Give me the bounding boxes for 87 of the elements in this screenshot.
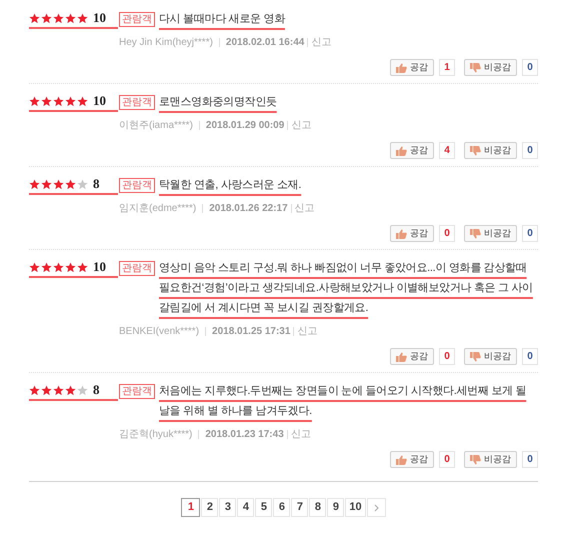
- viewer-badge: 관람객: [119, 95, 155, 110]
- dislike-count: 0: [522, 225, 538, 242]
- page-link[interactable]: 1: [181, 498, 200, 517]
- dislike-count: 0: [522, 142, 538, 159]
- page-link[interactable]: 5: [255, 498, 272, 517]
- star-icon: [41, 12, 52, 24]
- star-icon: [77, 96, 88, 106]
- thumbs-up-icon: [396, 228, 407, 238]
- page-link[interactable]: 6: [273, 498, 290, 517]
- star-icon: [65, 96, 76, 106]
- review-text: 처음에는 지루했다.두번째는 장면들이 눈에 들어오기 시작했다.세번째 보게 될 날을 위해 별 하나를 남겨두겠다.: [159, 384, 528, 419]
- thumbs-up-icon: [396, 352, 407, 362]
- page-link[interactable]: 3: [219, 498, 236, 517]
- like-count: 4: [439, 142, 455, 159]
- like-count: 0: [439, 348, 455, 365]
- post-date: 2018.01.25 17:31: [212, 325, 290, 339]
- thumbs-up-icon: [396, 146, 407, 156]
- next-page-button[interactable]: [366, 498, 386, 517]
- viewer-badge: 관람객: [119, 12, 155, 27]
- page-link[interactable]: 2: [201, 498, 218, 517]
- viewer-badge: 관람객: [119, 384, 155, 399]
- post-date: 2018.01.26 22:17: [209, 202, 288, 216]
- score: 8: [93, 381, 100, 400]
- score: 10: [93, 9, 106, 28]
- post-date: 2018.02.01 16:44: [226, 36, 304, 50]
- dislike-button[interactable]: 비공감: [464, 348, 517, 365]
- dislike-button[interactable]: 비공감: [464, 225, 517, 242]
- dislike-count: 0: [522, 451, 538, 468]
- like-button[interactable]: 공감: [390, 348, 434, 365]
- star-icon: [77, 178, 88, 190]
- star-icon: [41, 384, 52, 396]
- star-icon: [29, 12, 40, 24]
- star-icon: [41, 262, 52, 272]
- star-icon: [53, 178, 64, 190]
- dislike-button[interactable]: 비공감: [464, 451, 517, 468]
- like-count: 1: [439, 59, 455, 76]
- like-button[interactable]: 공감: [390, 225, 434, 242]
- like-count: 0: [439, 225, 455, 242]
- dislike-button[interactable]: 비공감: [464, 142, 517, 159]
- thumbs-down-icon: [470, 62, 481, 72]
- star-icon: [41, 178, 52, 190]
- score: 10: [93, 258, 106, 276]
- like-button[interactable]: 공감: [390, 451, 434, 468]
- viewer-badge: 관람객: [119, 261, 155, 276]
- dislike-button[interactable]: 비공감: [464, 59, 517, 76]
- thumbs-up-icon: [396, 454, 407, 464]
- dislike-count: 0: [522, 59, 538, 76]
- page-link[interactable]: 9: [327, 498, 344, 517]
- page-link[interactable]: 7: [291, 498, 308, 517]
- thumbs-down-icon: [470, 228, 481, 238]
- star-icon: [29, 262, 40, 272]
- thumbs-down-icon: [470, 352, 481, 362]
- star-icon: [53, 262, 64, 272]
- star-icon: [41, 96, 52, 106]
- star-icon: [77, 262, 88, 272]
- chevron-right-icon: [374, 504, 379, 512]
- star-icon: [53, 384, 64, 396]
- dislike-count: 0: [522, 348, 538, 365]
- review-text: 영상미 음악 스토리 구성.뭐 하나 빠짐없이 너무 좋았어요...이 영화를 감상할때 필요한건‘경험’이라고 생각되네요.사랑해보았거나 이별해보았거나 혹은 그 사이 갈림길에 서 계시다면 꼭 보시길 권장할게요.: [159, 261, 534, 316]
- page-link[interactable]: 4: [237, 498, 254, 517]
- star-icon: [65, 384, 76, 396]
- thumbs-down-icon: [470, 146, 481, 156]
- star-icon: [65, 12, 76, 24]
- star-icon: [29, 96, 40, 106]
- page-link[interactable]: 10: [345, 498, 366, 517]
- score: 10: [93, 92, 106, 110]
- post-date: 2018.01.23 17:43: [205, 428, 284, 442]
- viewer-badge: 관람객: [119, 178, 155, 193]
- like-count: 0: [439, 451, 455, 468]
- star-icon: [29, 178, 40, 190]
- star-icon: [77, 12, 88, 24]
- thumbs-up-icon: [396, 62, 407, 72]
- review-text: 로맨스영화중의명작인듯: [159, 95, 277, 110]
- star-icon: [53, 96, 64, 106]
- star-icon: [29, 384, 40, 396]
- star-icon: [65, 262, 76, 272]
- score: 8: [93, 175, 100, 194]
- like-button[interactable]: 공감: [390, 142, 434, 159]
- star-icon: [77, 384, 88, 396]
- like-button[interactable]: 공감: [390, 59, 434, 76]
- star-icon: [53, 12, 64, 24]
- thumbs-down-icon: [470, 454, 481, 464]
- star-icon: [65, 178, 76, 190]
- page-link[interactable]: 8: [309, 498, 326, 517]
- review-text: 탁월한 연출, 사랑스러운 소재.: [159, 178, 302, 193]
- review-text: 다시 볼때마다 새로운 영화: [159, 12, 285, 27]
- post-date: 2018.01.29 00:09: [206, 119, 284, 133]
